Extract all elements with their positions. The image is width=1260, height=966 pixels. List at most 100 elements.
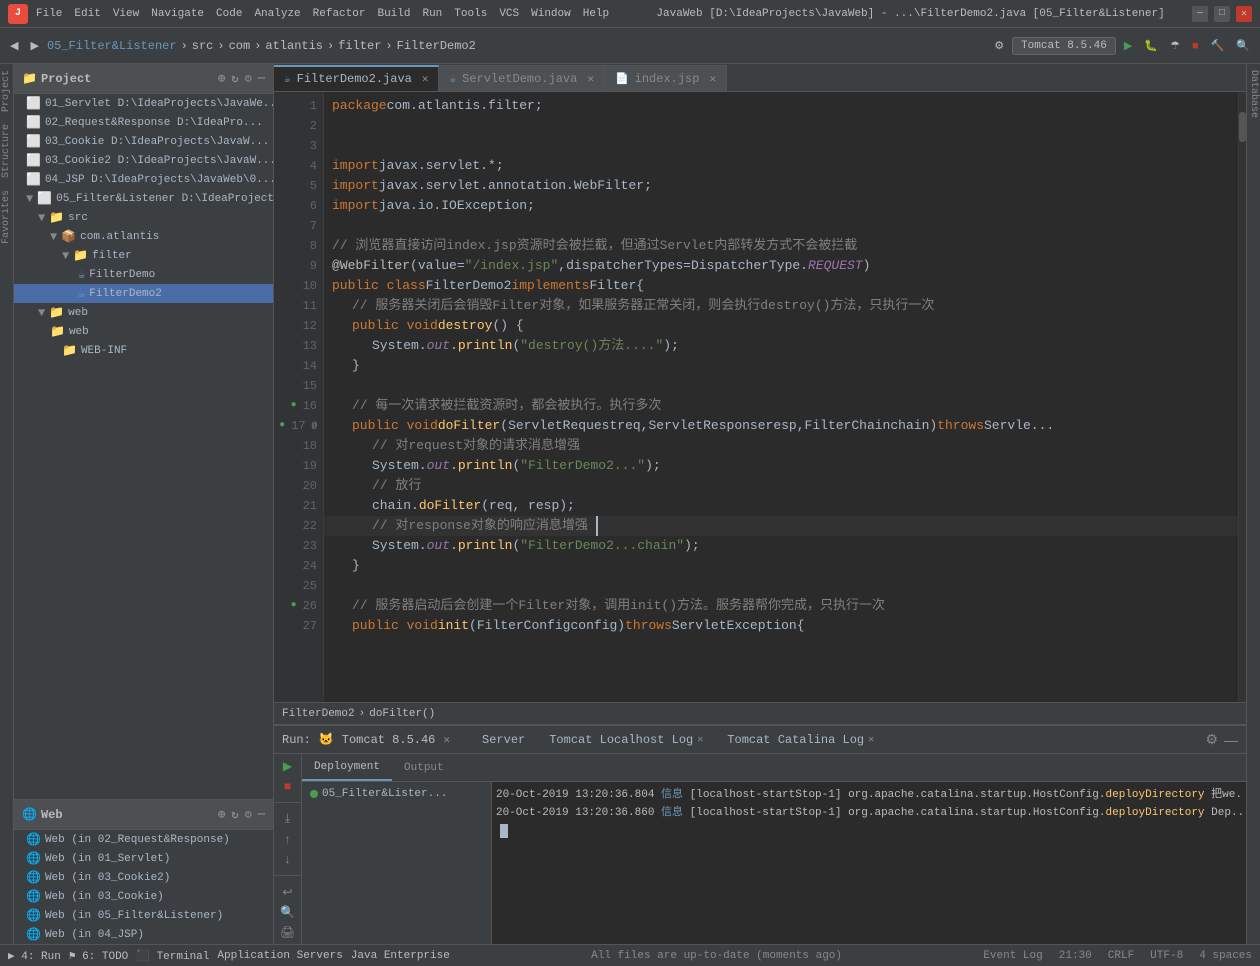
terminal-status-label[interactable]: ⬛ Terminal xyxy=(136,949,209,963)
web-icon-btn1[interactable]: ⊕ xyxy=(218,807,225,822)
stop-bottom-button[interactable]: ■ xyxy=(277,778,299,794)
editor-scrollbar[interactable] xyxy=(1238,92,1246,702)
tree-item-webinf[interactable]: 📁 WEB-INF xyxy=(14,341,273,360)
web-item-02request[interactable]: 🌐 Web (in 02_Request&Response) xyxy=(14,830,273,849)
tree-item-filterdemo[interactable]: ☕ FilterDemo xyxy=(14,265,273,284)
web-item-04jsp[interactable]: 🌐 Web (in 04_JSP) xyxy=(14,925,273,944)
menu-build[interactable]: Build xyxy=(377,8,410,20)
project-icon-btn2[interactable]: ↻ xyxy=(231,71,238,86)
tab-server[interactable]: Server xyxy=(474,731,533,749)
run-config-selector[interactable]: Tomcat 8.5.46 xyxy=(1012,37,1116,55)
build-button[interactable]: 🔨 xyxy=(1207,37,1229,54)
menu-tools[interactable]: Tools xyxy=(454,8,487,20)
rerun-button[interactable]: ▶ xyxy=(277,758,299,774)
tab-servletdemo[interactable]: ☕ ServletDemo.java ✕ xyxy=(439,65,604,91)
menu-bar[interactable]: File Edit View Navigate Code Analyze Ref… xyxy=(36,8,609,20)
maximize-button[interactable]: □ xyxy=(1214,6,1230,22)
web-item-03cookie[interactable]: 🌐 Web (in 03_Cookie) xyxy=(14,887,273,906)
structure-side-label[interactable]: Structure xyxy=(0,118,14,184)
code-line-3 xyxy=(324,136,1238,156)
editor-area: 1 2 3 4 5 6 7 8 9 10 11 12 13 14 15 ● xyxy=(274,92,1246,702)
tree-item-05filter[interactable]: ▼ ⬜ 05_Filter&Listener D:\IdeaProjects..… xyxy=(14,189,273,208)
tab-tomcat-catalina[interactable]: Tomcat Catalina Log ✕ xyxy=(719,731,882,749)
print-button[interactable]: 🖨 xyxy=(277,924,299,940)
menu-code[interactable]: Code xyxy=(216,8,242,20)
menu-edit[interactable]: Edit xyxy=(74,8,100,20)
scroll-to-end-button[interactable]: ⤓ xyxy=(277,811,299,827)
menu-refactor[interactable]: Refactor xyxy=(313,8,366,20)
minimize-button[interactable]: — xyxy=(1192,6,1208,22)
tree-item-02request[interactable]: ⬜ 02_Request&Response D:\IdeaPro... xyxy=(14,113,273,132)
todo-status-label[interactable]: ⚑ 6: TODO xyxy=(69,949,128,963)
code-line-6: import java.io.IOException; xyxy=(324,196,1238,216)
soft-wrap-button[interactable]: ↩ xyxy=(277,884,299,900)
toolbar-forward-button[interactable]: ▶ xyxy=(26,37,42,54)
web-icon-btn2[interactable]: ↻ xyxy=(231,807,238,822)
tree-item-filterdemo2[interactable]: ☕ FilterDemo2 xyxy=(14,284,273,303)
filter-button[interactable]: 🔍 xyxy=(277,904,299,920)
run-button[interactable]: ▶ xyxy=(1120,37,1136,54)
web-icon-btn4[interactable]: — xyxy=(258,807,265,822)
tree-item-03cookie[interactable]: ⬜ 03_Cookie D:\IdeaProjects\JavaW... xyxy=(14,132,273,151)
menu-analyze[interactable]: Analyze xyxy=(254,8,300,20)
previous-occurrence-button[interactable]: ↑ xyxy=(277,831,299,847)
close-button[interactable]: ✕ xyxy=(1236,6,1252,22)
tree-item-web2[interactable]: 📁 web xyxy=(14,322,273,341)
toolbar-back-button[interactable]: ◀ xyxy=(6,37,22,54)
event-log-label[interactable]: Event Log xyxy=(983,950,1042,962)
tree-item-01servlet[interactable]: ⬜ 01_Servlet D:\IdeaProjects\JavaWe... xyxy=(14,94,273,113)
tab-close-filterdemo2[interactable]: ✕ xyxy=(422,72,429,86)
next-occurrence-button[interactable]: ↓ xyxy=(277,851,299,867)
deployment-tab[interactable]: Deployment xyxy=(302,754,392,781)
tab-tomcat-catalina-close[interactable]: ✕ xyxy=(868,734,874,746)
code-editor[interactable]: package com.atlantis.filter; import java… xyxy=(324,92,1238,702)
tree-item-src[interactable]: ▼ 📁 src xyxy=(14,208,273,227)
run-status-label[interactable]: ▶ 4: Run xyxy=(8,949,61,963)
project-icon-btn1[interactable]: ⊕ xyxy=(218,71,225,86)
indent-display[interactable]: 4 spaces xyxy=(1199,950,1252,962)
web-icon-btn3[interactable]: ⚙ xyxy=(245,807,252,822)
menu-run[interactable]: Run xyxy=(422,8,442,20)
tree-item-04jsp[interactable]: ⬜ 04_JSP D:\IdeaProjects\JavaWeb\0... xyxy=(14,170,273,189)
app-servers-status-label[interactable]: Application Servers xyxy=(217,950,342,962)
tree-item-com-atlantis[interactable]: ▼ 📦 com.atlantis xyxy=(14,227,273,246)
menu-vcs[interactable]: VCS xyxy=(499,8,519,20)
bottom-settings-button[interactable]: ⚙ xyxy=(1205,731,1218,748)
tree-item-web1[interactable]: ▼ 📁 web xyxy=(14,303,273,322)
tree-item-filter-folder[interactable]: ▼ 📁 filter xyxy=(14,246,273,265)
web-item-03cookie2[interactable]: 🌐 Web (in 03_Cookie2) xyxy=(14,868,273,887)
database-side-label[interactable]: Database xyxy=(1246,64,1260,124)
project-icon-btn3[interactable]: ⚙ xyxy=(245,71,252,86)
window-controls[interactable]: — □ ✕ xyxy=(1192,6,1252,22)
favorites-side-label[interactable]: Favorites xyxy=(0,184,14,250)
stop-button[interactable]: ■ xyxy=(1188,38,1203,54)
coverage-button[interactable]: ☂ xyxy=(1166,37,1184,54)
menu-view[interactable]: View xyxy=(113,8,139,20)
project-icon-btn4[interactable]: — xyxy=(258,71,265,86)
debug-button[interactable]: 🐛 xyxy=(1140,37,1162,54)
tab-filterdemo2[interactable]: ☕ FilterDemo2.java ✕ xyxy=(274,65,439,91)
run-settings-button[interactable]: ⚙ xyxy=(990,37,1008,54)
tree-item-03cookie2[interactable]: ⬜ 03_Cookie2 D:\IdeaProjects\JavaW... xyxy=(14,151,273,170)
bottom-minimize-button[interactable]: — xyxy=(1224,731,1238,748)
web-item-01servlet[interactable]: 🌐 Web (in 01_Servlet) xyxy=(14,849,273,868)
java-enterprise-status-label[interactable]: Java Enterprise xyxy=(351,950,450,962)
tab-tomcat-localhost[interactable]: Tomcat Localhost Log ✕ xyxy=(541,731,711,749)
tab-tomcat-localhost-close[interactable]: ✕ xyxy=(697,734,703,746)
tab-close-servletdemo[interactable]: ✕ xyxy=(587,72,594,86)
bottom-sidebar: ▶ ■ ⤓ ↑ ↓ ↩ 🔍 🖨 xyxy=(274,754,302,944)
web-item-05filter[interactable]: 🌐 Web (in 05_Filter&Listener) xyxy=(14,906,273,925)
line-ending-display[interactable]: CRLF xyxy=(1108,950,1134,962)
tab-indexjsp[interactable]: 📄 index.jsp ✕ xyxy=(605,65,727,91)
output-tab[interactable]: Output xyxy=(392,754,456,781)
deploy-item-05filter[interactable]: 05_Filter&Lister... xyxy=(306,786,487,802)
menu-window[interactable]: Window xyxy=(531,8,571,20)
tab-close-indexjsp[interactable]: ✕ xyxy=(709,72,716,86)
menu-file[interactable]: File xyxy=(36,8,62,20)
project-side-label[interactable]: Project xyxy=(0,64,14,118)
menu-help[interactable]: Help xyxy=(583,8,609,20)
search-everywhere-button[interactable]: 🔍 xyxy=(1232,37,1254,54)
menu-navigate[interactable]: Navigate xyxy=(151,8,204,20)
charset-display[interactable]: UTF-8 xyxy=(1150,950,1183,962)
run-tab-close[interactable]: ✕ xyxy=(443,733,450,747)
